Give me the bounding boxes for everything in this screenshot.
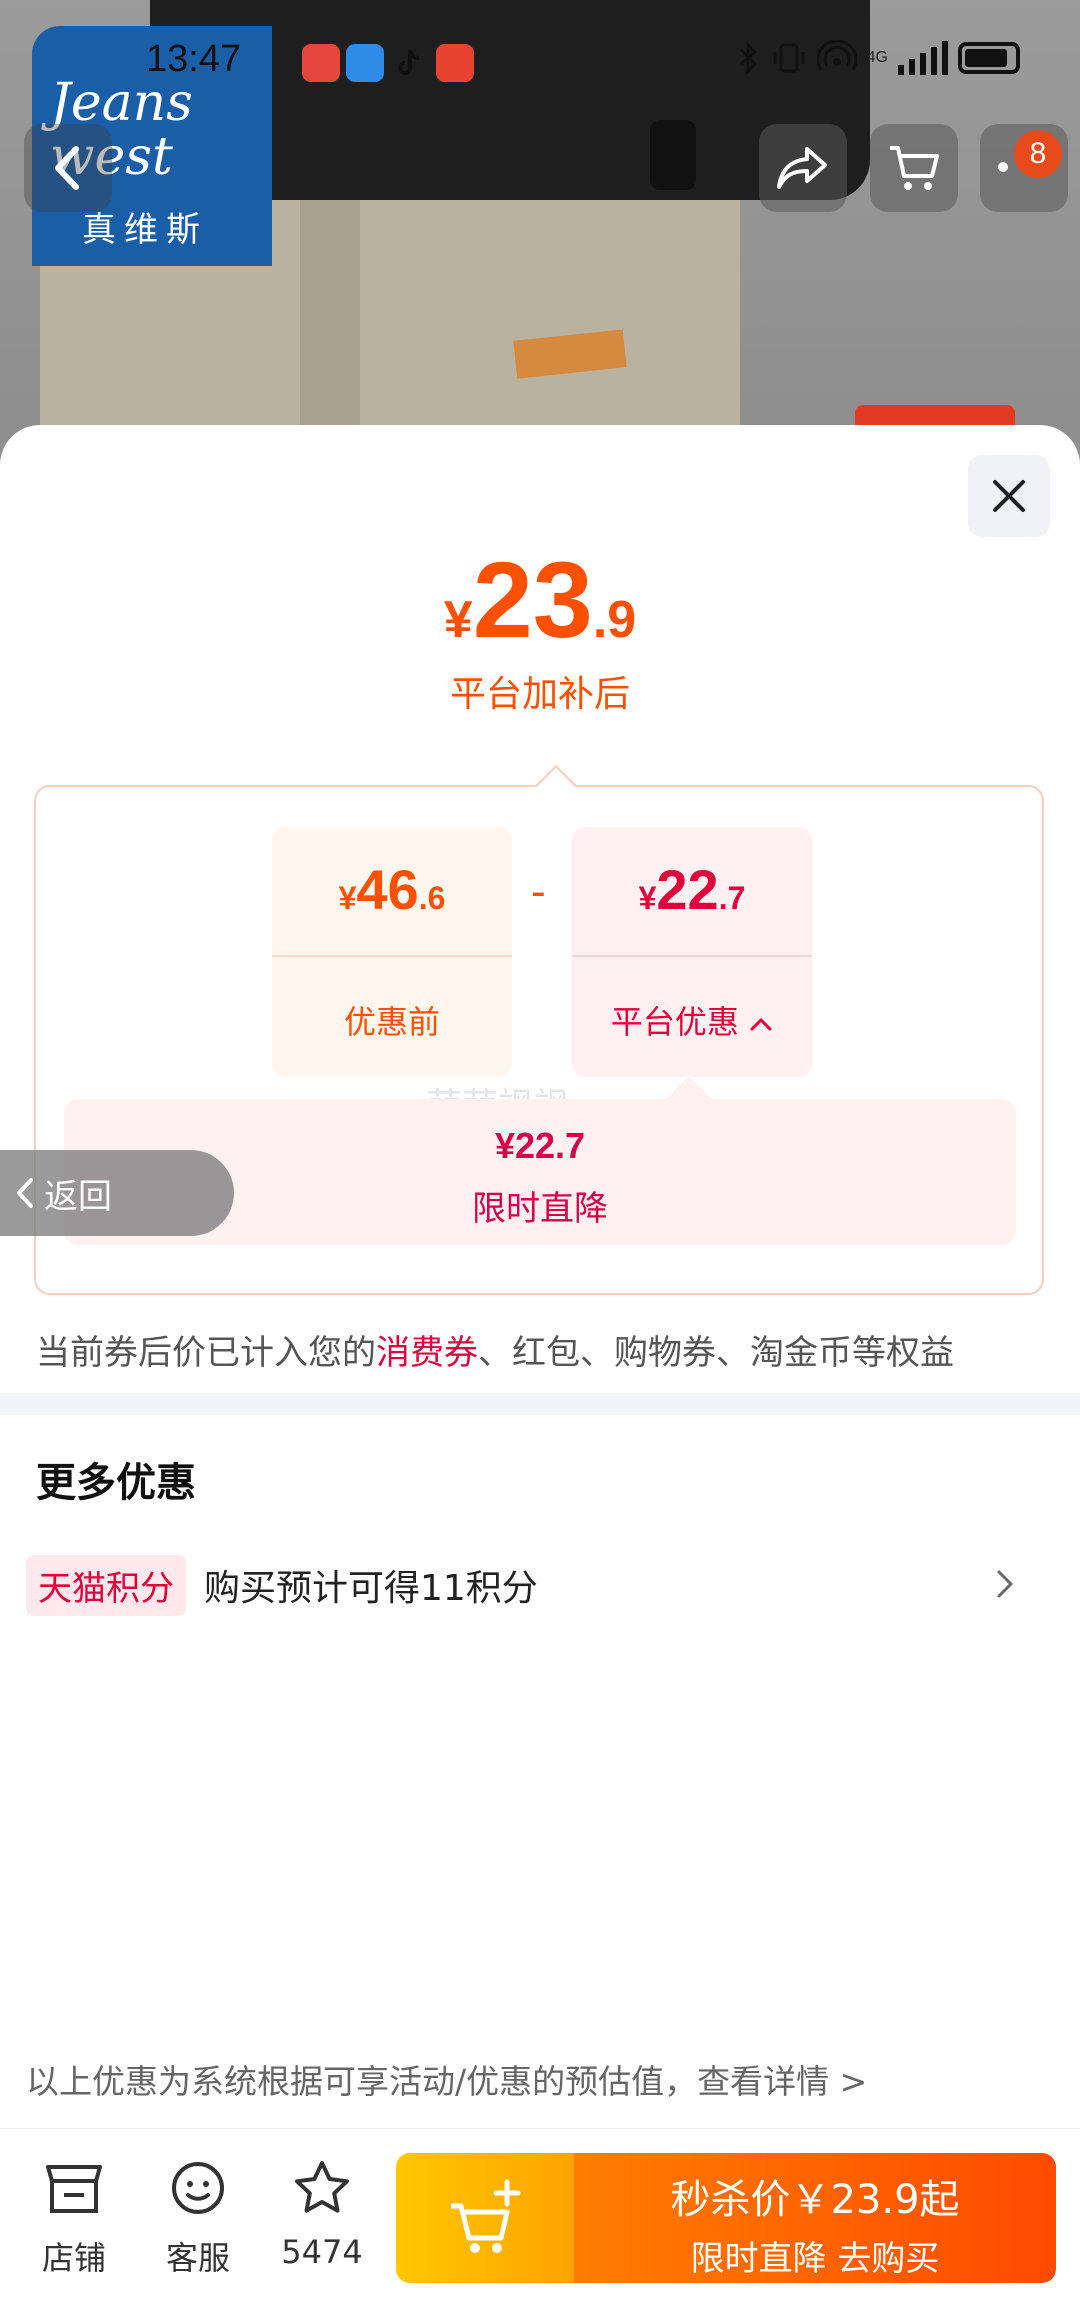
add-to-cart-button[interactable] [396,2153,574,2283]
back-nav-button[interactable] [24,124,112,212]
message-badge: 8 [1014,130,1062,178]
favorite-count: 5474 [281,2233,363,2271]
estimate-disclaimer[interactable]: 以上优惠为系统根据可享活动/优惠的预估值，查看详情 > [26,2055,867,2103]
store-label: 店铺 [41,2239,106,2277]
flash-sale-price: 秒杀价￥23.9起 [670,2177,960,2223]
final-price: ¥23.9 [0,537,1080,662]
product-watch-shape [650,120,696,190]
status-time: 13:47 [146,38,242,80]
service-face-icon [172,2162,224,2214]
price-currency: ¥ [443,591,473,649]
original-price-currency: ¥ [338,880,357,916]
chevron-up-icon [750,1018,772,1031]
service-label: 客服 [165,2239,230,2277]
more-offers-title: 更多优惠 [36,1460,196,1506]
original-price-integer: 46 [356,858,419,921]
cart-icon [890,146,939,190]
flash-sale-action: 限时直降 去购买 [690,2239,940,2279]
signal-icon [898,41,948,75]
tmall-points-text: 购买预计可得11积分 [204,1568,538,1609]
coupon-note-highlight[interactable]: 消费券 [376,1333,478,1373]
store-icon [46,2165,102,2213]
notification-tiktok-icon [390,44,428,82]
price-decimal: .9 [592,591,637,649]
price-integer: 23 [472,539,593,660]
bottom-action-bar: 店铺 客服 5474 秒杀价￥23.9起 限时直降 去购买 [0,2128,1080,2310]
close-icon [993,480,1025,512]
card-divider [272,955,512,957]
buy-now-button[interactable]: 秒杀价￥23.9起 限时直降 去购买 [396,2153,1056,2283]
coupon-note-prefix: 当前券后价已计入您的 [36,1333,376,1373]
share-icon [777,147,827,189]
notification-app-icon [302,44,340,82]
favorite-button[interactable]: 5474 [272,2159,372,2271]
tmall-points-tag: 天猫积分 [26,1554,186,1616]
more-dots-icon [998,162,1008,172]
original-price-label: 优惠前 [343,1003,440,1041]
add-cart-icon [451,2179,521,2253]
chevron-right-icon [997,1570,1013,1598]
more-menu-button[interactable]: 8 [980,124,1068,212]
coupon-note-suffix: 、红包、购物券、淘金币等权益 [478,1333,954,1373]
battery-icon [958,42,1020,74]
price-caption: 平台加补后 [449,674,630,715]
floating-back-button[interactable]: 返回 [0,1150,234,1236]
notification-browser-icon [346,44,384,82]
customer-service-button[interactable]: 客服 [148,2159,248,2279]
platform-discount-card[interactable]: ¥22.7 平台优惠 [572,827,812,1077]
price-detail-sheet: ¥23.9 平台加补后 ¥46.6 优惠前 - ¥22.7 平台优惠 萌萌飒飒 … [0,425,1080,2310]
close-button[interactable] [968,455,1050,537]
hotspot-icon [816,40,857,71]
cart-nav-button[interactable] [870,124,958,212]
discount-integer: 22 [656,858,719,921]
network-type: 4G [866,49,888,66]
discount-currency: ¥ [638,880,657,916]
discount-decimal: .7 [718,880,746,916]
original-price-card: ¥46.6 优惠前 [272,827,512,1077]
bluetooth-icon [739,41,757,75]
vibrate-icon [773,43,805,73]
minus-sign: - [531,867,546,916]
coupon-note: 当前券后价已计入您的消费券、红包、购物券、淘金币等权益 [36,1325,954,1374]
breakdown-notch [534,764,578,808]
store-button[interactable]: 店铺 [24,2159,124,2279]
star-icon [295,2161,349,2213]
discount-label: 平台优惠 [610,1003,739,1041]
flash-sale-buy-button[interactable]: 秒杀价￥23.9起 限时直降 去购买 [574,2153,1056,2283]
section-divider [0,1393,1080,1415]
share-button[interactable] [759,124,847,212]
notification-reader-icon [436,44,474,82]
card-divider [572,955,812,957]
original-price-decimal: .6 [418,880,446,916]
chevron-left-icon [55,146,79,190]
status-indicators: 4G [737,40,1020,76]
chevron-left-icon [17,1178,33,1208]
floating-back-label: 返回 [44,1176,112,1217]
status-bar: 13:47 4G [0,0,1080,120]
tmall-points-row[interactable]: 天猫积分 购买预计可得11积分 [26,1550,1046,1620]
